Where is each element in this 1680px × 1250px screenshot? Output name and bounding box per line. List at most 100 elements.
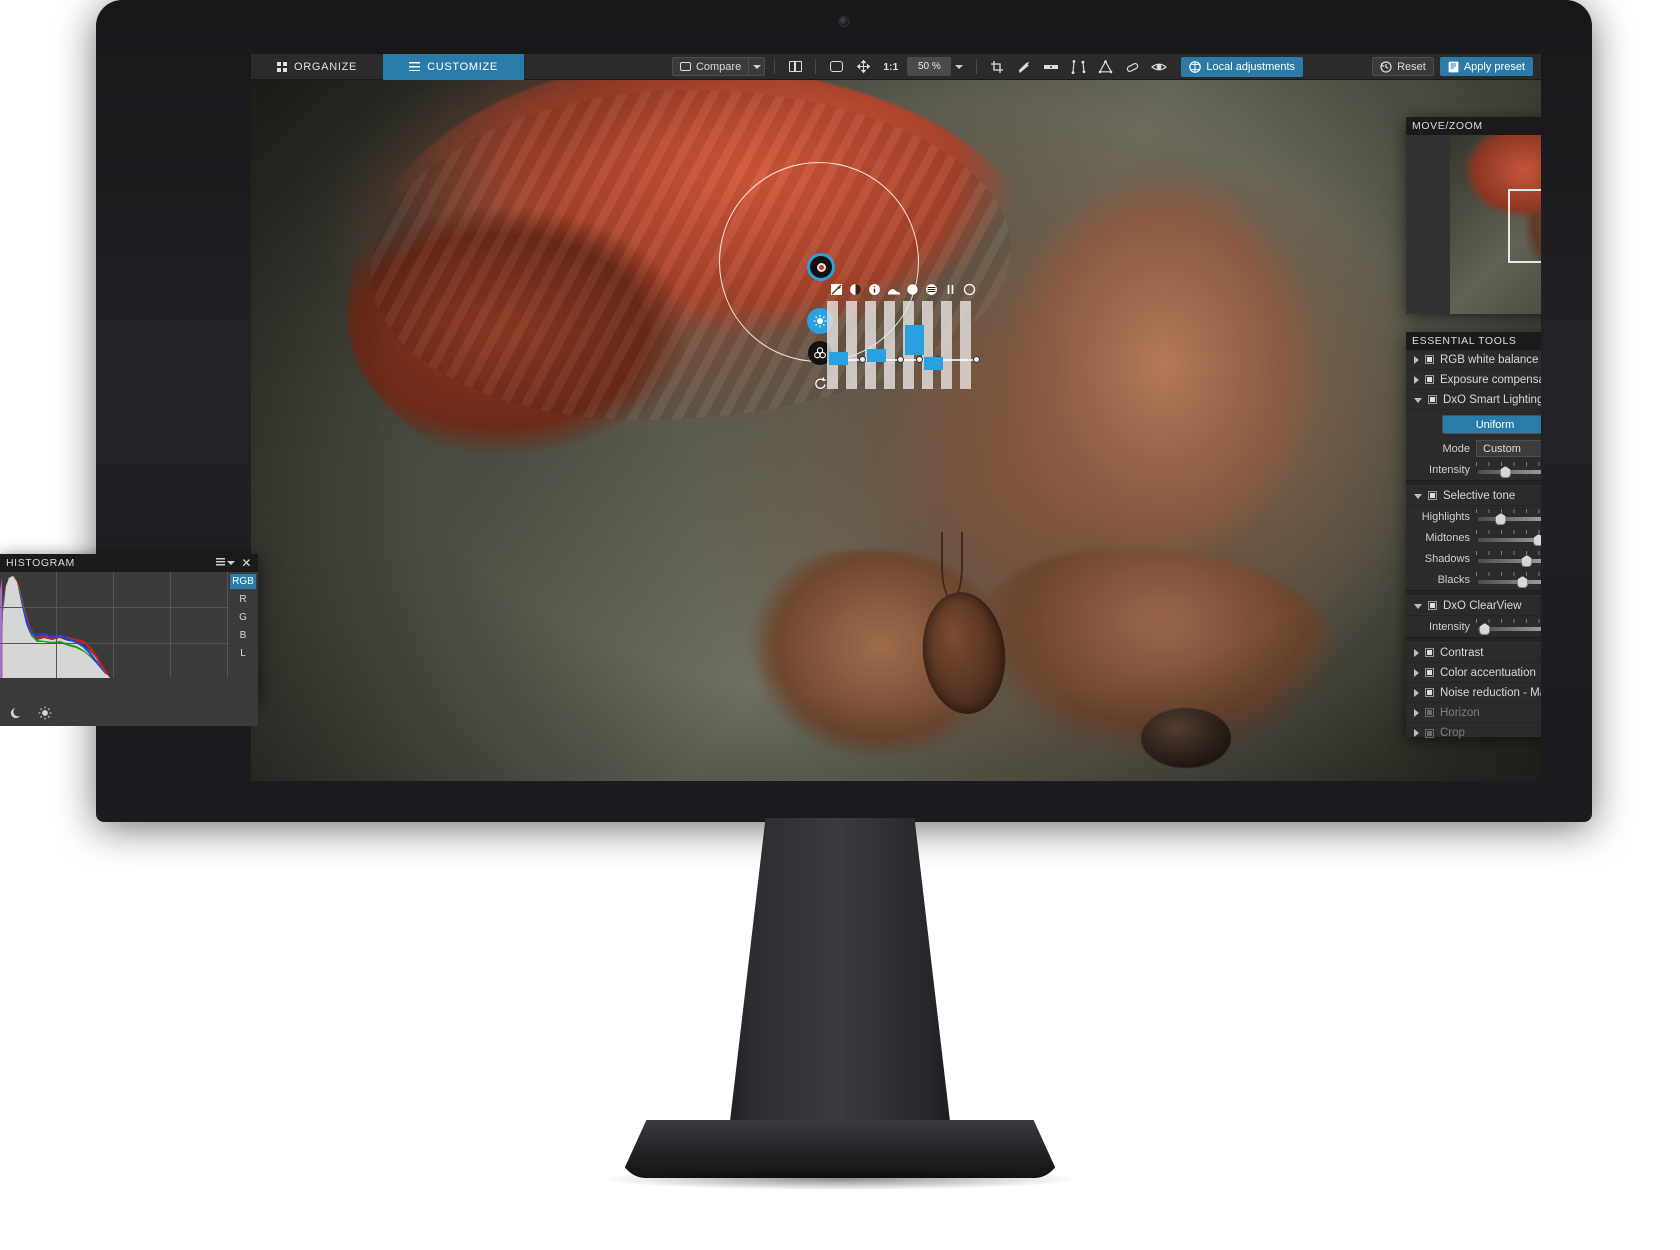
section-exposure-compensation[interactable]: Exposure compensation ? bbox=[1406, 370, 1541, 390]
histogram-channel-selector[interactable]: RGB R G B L bbox=[228, 572, 258, 702]
apply-preset-button[interactable]: Apply preset bbox=[1439, 57, 1533, 76]
essential-tools-panel[interactable]: ESSENTIAL TOOLS ✕ RGB white balance ? bbox=[1406, 332, 1541, 739]
zoom-level-field[interactable]: 50 % bbox=[907, 57, 952, 76]
enable-checkbox[interactable] bbox=[1428, 395, 1437, 404]
section-horizon[interactable]: Horizon Auto ? bbox=[1406, 703, 1541, 723]
crop-icon[interactable] bbox=[986, 57, 1008, 77]
chevron-right-icon[interactable] bbox=[1414, 668, 1419, 677]
channel-rgb[interactable]: RGB bbox=[230, 574, 256, 589]
contrast-icon[interactable] bbox=[846, 280, 865, 298]
section-rgb-white-balance[interactable]: RGB white balance ? bbox=[1406, 350, 1541, 370]
chevron-down-icon[interactable] bbox=[1414, 604, 1422, 609]
enable-checkbox[interactable] bbox=[1425, 728, 1434, 738]
close-icon[interactable]: ✕ bbox=[241, 557, 252, 569]
volume-deformation-icon[interactable] bbox=[1094, 57, 1116, 77]
target-handle-icon[interactable] bbox=[807, 253, 835, 281]
section-noise-reduction-manual[interactable]: Noise reduction - Manual ? bbox=[1406, 683, 1541, 703]
enable-checkbox[interactable] bbox=[1425, 688, 1434, 697]
chevron-right-icon[interactable] bbox=[1414, 375, 1419, 384]
enable-checkbox[interactable] bbox=[1425, 648, 1434, 657]
move-zoom-body[interactable] bbox=[1406, 135, 1541, 314]
smart-lighting-mode-toggle[interactable]: Uniform Spot Weighted bbox=[1442, 415, 1541, 434]
clearview-intensity-slider[interactable] bbox=[1476, 618, 1541, 635]
chevron-right-icon[interactable] bbox=[1414, 355, 1419, 364]
perspective-icon[interactable] bbox=[1067, 57, 1089, 77]
histogram-panel[interactable]: HISTOGRAM ✕ RGB R G B L bbox=[0, 554, 258, 726]
slider-chip[interactable] bbox=[924, 357, 943, 370]
horizon-icon[interactable] bbox=[1040, 57, 1062, 77]
section-dxo-smart-lighting[interactable]: DxO Smart Lighting ? bbox=[1406, 390, 1541, 410]
intensity-slider[interactable] bbox=[1476, 461, 1541, 478]
slider-knob[interactable] bbox=[1517, 576, 1529, 588]
zoom-dropdown-button[interactable] bbox=[951, 57, 967, 76]
local-adjustments-button[interactable]: Local adjustments bbox=[1181, 56, 1304, 77]
shadow-clipping-icon[interactable] bbox=[10, 706, 24, 723]
chevron-down-icon[interactable] bbox=[1414, 494, 1422, 499]
slider-knob[interactable] bbox=[1533, 534, 1541, 546]
enable-checkbox[interactable] bbox=[1425, 668, 1434, 677]
highlight-clipping-icon[interactable] bbox=[38, 706, 52, 723]
chevron-right-icon[interactable] bbox=[1414, 648, 1419, 657]
enable-checkbox[interactable] bbox=[1425, 375, 1434, 384]
chevron-right-icon[interactable] bbox=[1414, 688, 1419, 697]
local-adjustment-slider-columns[interactable] bbox=[827, 301, 980, 389]
reset-button[interactable]: Reset bbox=[1372, 57, 1434, 76]
chevron-right-icon[interactable] bbox=[1414, 729, 1419, 737]
image-canvas[interactable] bbox=[251, 80, 1541, 781]
enable-checkbox[interactable] bbox=[1428, 491, 1437, 500]
enable-checkbox[interactable] bbox=[1425, 355, 1434, 364]
compare-dropdown-button[interactable] bbox=[749, 57, 766, 76]
local-adjustment-slider-track[interactable] bbox=[831, 356, 980, 363]
exposure-icon[interactable] bbox=[827, 280, 846, 298]
more-icon[interactable] bbox=[960, 280, 979, 298]
split-view-icon[interactable] bbox=[784, 57, 806, 77]
tab-organize[interactable]: ORGANIZE bbox=[251, 54, 383, 80]
slider-knob[interactable] bbox=[1479, 623, 1491, 635]
temperature-icon[interactable] bbox=[922, 280, 941, 298]
local-adjustment-sliders-panel[interactable] bbox=[827, 279, 980, 389]
shadows-slider[interactable] bbox=[1476, 550, 1541, 567]
midtones-slider[interactable] bbox=[1476, 529, 1541, 546]
fit-to-screen-icon[interactable] bbox=[825, 57, 847, 77]
move-zoom-panel[interactable]: MOVE/ZOOM ✕ bbox=[1406, 117, 1541, 314]
eyedropper-icon[interactable] bbox=[1013, 57, 1035, 77]
slider-node[interactable] bbox=[897, 356, 904, 363]
slider-knob[interactable] bbox=[1521, 555, 1533, 567]
eye-preview-icon[interactable] bbox=[1148, 57, 1170, 77]
channel-g[interactable]: G bbox=[230, 610, 256, 625]
channel-r[interactable]: R bbox=[230, 592, 256, 607]
slider-node[interactable] bbox=[973, 356, 980, 363]
chevron-down-icon[interactable] bbox=[1414, 398, 1422, 403]
highlights-slider[interactable] bbox=[1476, 508, 1541, 525]
slider-knob[interactable] bbox=[1499, 466, 1511, 478]
repair-eraser-icon[interactable] bbox=[1121, 57, 1143, 77]
section-dxo-clearview[interactable]: DxO ClearView ? bbox=[1406, 596, 1541, 616]
clearview-icon[interactable] bbox=[884, 280, 903, 298]
vibrancy-icon[interactable] bbox=[865, 280, 884, 298]
section-selective-tone[interactable]: Selective tone ? bbox=[1406, 486, 1541, 506]
slider-node[interactable] bbox=[859, 356, 866, 363]
segment-uniform[interactable]: Uniform bbox=[1443, 416, 1541, 433]
mode-select[interactable]: Custom bbox=[1476, 440, 1541, 457]
channel-b[interactable]: B bbox=[230, 628, 256, 643]
section-color-accentuation[interactable]: Color accentuation ? bbox=[1406, 663, 1541, 683]
slider-node[interactable] bbox=[916, 356, 923, 363]
slider-chip[interactable] bbox=[829, 352, 848, 365]
move-zoom-viewport-rect[interactable] bbox=[1508, 189, 1541, 263]
blur-icon[interactable] bbox=[941, 280, 960, 298]
blacks-slider[interactable] bbox=[1476, 571, 1541, 588]
section-contrast[interactable]: Contrast Auto ? bbox=[1406, 643, 1541, 663]
enable-checkbox[interactable] bbox=[1425, 708, 1434, 717]
hand-move-icon[interactable] bbox=[852, 57, 874, 77]
slider-chip[interactable] bbox=[905, 325, 924, 355]
compare-button[interactable]: Compare bbox=[671, 57, 750, 76]
sharpness-icon[interactable] bbox=[903, 280, 922, 298]
channel-l[interactable]: L bbox=[230, 646, 256, 661]
chevron-right-icon[interactable] bbox=[1414, 708, 1419, 717]
tab-customize[interactable]: CUSTOMIZE bbox=[383, 54, 524, 80]
slider-knob[interactable] bbox=[1495, 513, 1507, 525]
section-crop[interactable]: Crop ? bbox=[1406, 723, 1541, 743]
panel-menu-icon[interactable] bbox=[216, 557, 236, 569]
enable-checkbox[interactable] bbox=[1428, 601, 1437, 610]
slider-chip[interactable] bbox=[867, 349, 886, 362]
